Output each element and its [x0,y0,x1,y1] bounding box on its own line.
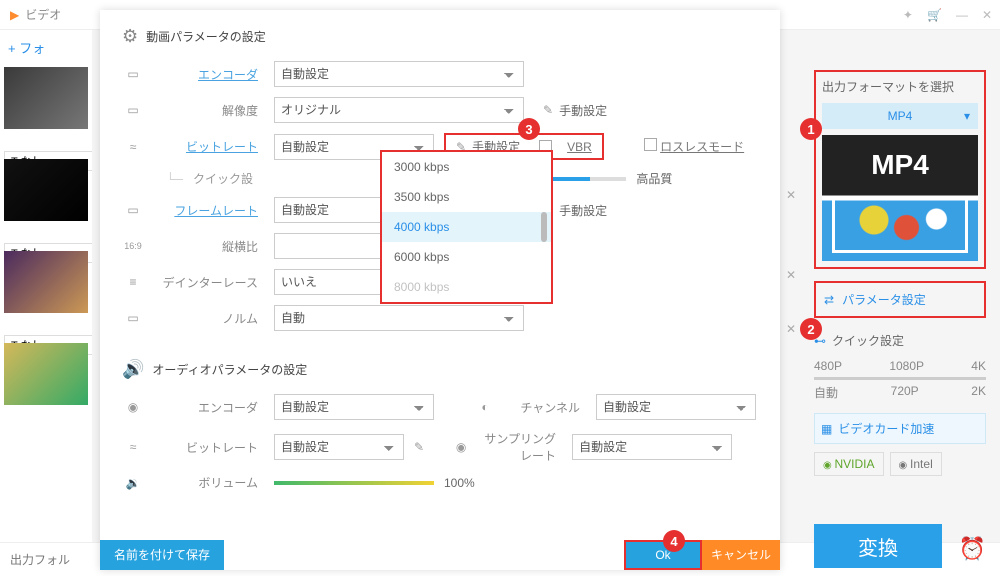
pencil-icon: ✎ [543,103,553,117]
deinterlace-icon: ≡ [122,275,144,289]
bitrate-option[interactable]: 8000 kbps [382,272,551,302]
app-logo-icon: ▶ [10,8,19,22]
star-icon[interactable]: ✦ [903,8,913,22]
encoder-icon: ▭ [122,67,144,81]
video-norm-select[interactable]: 自動 [274,305,524,331]
app-title: ビデオ [25,6,61,23]
format-heading: 出力フォーマットを選択 [822,78,978,95]
clip-thumb[interactable] [4,159,88,221]
lossless-checkbox[interactable] [644,138,657,151]
encoder-label[interactable]: エンコーダ [154,66,264,83]
resolution-quick-slider[interactable]: 480P1080P4K 自動720P2K [814,359,986,401]
schedule-icon[interactable]: ⏰ [959,536,986,562]
audio-encoder-icon: ◉ [122,400,144,414]
gpu-icon: ▦ [821,422,832,436]
resolution-icon: ▭ [122,103,144,117]
clip-thumb[interactable] [4,251,88,313]
intel-badge: ◉ Intel [890,452,942,476]
video-encoder-select[interactable]: 自動設定 [274,61,524,87]
dropdown-scrollbar[interactable] [541,212,547,242]
audio-settings-icon: 🔊 [122,359,144,380]
remove-clip-icon[interactable]: ✕ [782,322,800,336]
video-params-heading: ⚙ 動画パラメータの設定 [122,26,758,47]
output-format-panel: 出力フォーマットを選択 MP4▾ MP4 ⇄ パラメータ設定 ⊷クイック設定 4… [814,70,986,476]
video-settings-icon: ⚙ [122,26,138,47]
samplerate-icon: ◉ [450,440,472,454]
video-resolution-select[interactable]: オリジナル [274,97,524,123]
framerate-icon: ▭ [122,203,144,217]
audio-samplerate-select[interactable]: 自動設定 [572,434,732,460]
quality-high-label: 高品質 [636,170,672,187]
channel-label: チャンネル [506,399,586,416]
audio-bitrate-select[interactable]: 自動設定 [274,434,404,460]
bitrate-option[interactable]: 4000 kbps [382,212,551,242]
deinterlace-label: デインターレース [154,274,264,291]
resolution-label: 解像度 [154,102,264,119]
volume-label: ボリューム [154,474,264,491]
quickset-label: クイック設 [193,170,253,187]
channel-icon: ◐ [474,400,496,414]
remove-clip-icon[interactable]: ✕ [782,268,800,282]
clip-thumb[interactable] [4,343,88,405]
lossless-label[interactable]: ロスレスモード [660,140,744,154]
gpu-accel-button[interactable]: ▦ビデオカード加速 [814,413,986,444]
remove-clip-icon[interactable]: ✕ [782,188,800,202]
output-folder-label: 出力フォル [10,551,70,568]
pencil-icon[interactable]: ✎ [414,440,424,454]
aspect-icon: 16:9 [122,241,144,251]
callout-marker-3: 3 [518,118,540,140]
bitrate-dropdown: 3000 kbps 3500 kbps 4000 kbps 6000 kbps … [380,150,553,304]
audio-channel-select[interactable]: 自動設定 [596,394,756,420]
aspect-label: 縦横比 [154,238,264,255]
callout-marker-1: 1 [800,118,822,140]
samplerate-label: サンプリングレート [482,430,562,464]
callout-marker-4: 4 [663,530,685,552]
cart-icon[interactable]: 🛒 [927,8,942,22]
nvidia-badge: ◉ NVIDIA [814,452,884,476]
quick-settings-label: ⊷クイック設定 [814,332,986,349]
settings-dialog: ⚙ 動画パラメータの設定 ▭ エンコーダ 自動設定 ▭ 解像度 オリジナル ✎手… [100,10,780,570]
audio-encoder-label: エンコーダ [154,399,264,416]
add-file-button[interactable]: + フォ [0,30,92,63]
norm-label: ノルム [154,310,264,327]
save-as-button[interactable]: 名前を付けて保存 [100,540,224,570]
bitrate-option[interactable]: 6000 kbps [382,242,551,272]
resolution-manual-button[interactable]: ✎手動設定 [534,98,616,123]
bitrate-option[interactable]: 3000 kbps [382,152,551,182]
framerate-label[interactable]: フレームレート [154,202,264,219]
bitrate-icon: ≈ [122,140,144,154]
audio-encoder-select[interactable]: 自動設定 [274,394,434,420]
volume-value: 100% [444,476,475,490]
close-icon[interactable]: ✕ [982,8,992,22]
bitrate-label[interactable]: ビットレート [154,138,264,155]
left-sidebar: + フォ T なし T なし T なし [0,30,92,576]
callout-marker-2: 2 [800,318,822,340]
audio-bitrate-icon: ≈ [122,440,144,454]
caret-down-icon: ▾ [964,109,970,123]
cancel-button[interactable]: キャンセル [702,540,780,570]
norm-icon: ▭ [122,311,144,325]
minimize-icon[interactable]: — [956,8,968,22]
volume-slider[interactable] [274,481,434,485]
mp4-preview-icon: MP4 [822,135,978,261]
param-settings-button[interactable]: ⇄ パラメータ設定 [814,281,986,318]
audio-params-heading: 🔊 オーディオパラメータの設定 [122,359,758,380]
convert-button[interactable]: 変換 [814,524,942,568]
audio-bitrate-label: ビットレート [154,439,264,456]
format-select-box: 出力フォーマットを選択 MP4▾ MP4 [814,70,986,269]
format-dropdown[interactable]: MP4▾ [822,103,978,129]
sliders-icon: ⇄ [824,293,834,307]
bitrate-option[interactable]: 3500 kbps [382,182,551,212]
volume-icon: 🔉 [122,476,144,490]
clip-thumb[interactable] [4,67,88,129]
